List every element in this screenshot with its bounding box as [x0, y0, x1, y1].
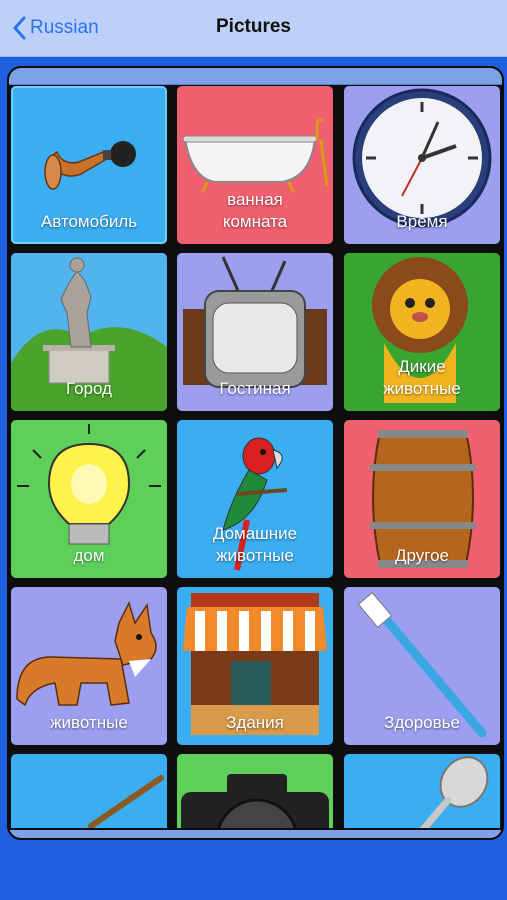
- stick-icon: [88, 775, 164, 828]
- tile-zdorovye[interactable]: Здоровье: [344, 587, 500, 745]
- spoon-icon: [419, 756, 489, 828]
- tile-label-line2: комната: [222, 212, 288, 231]
- tile-row4-3[interactable]: [344, 754, 500, 828]
- tile-gostinaya[interactable]: Гостиная: [177, 253, 333, 411]
- tile-label-line1: Дикие: [398, 357, 446, 376]
- tile-label: Другое: [394, 546, 449, 565]
- tile-vannaya-komnata[interactable]: ванная комната: [177, 86, 333, 244]
- tile-row4-2[interactable]: [177, 754, 333, 828]
- tile-label-line2: животные: [383, 379, 461, 398]
- tile-label: Здоровье: [384, 713, 460, 732]
- tile-gorod[interactable]: Город: [11, 253, 167, 411]
- tile-label: дом: [73, 546, 105, 565]
- tile-label-line2: животные: [216, 546, 294, 565]
- tile-label-line1: ванная: [227, 190, 283, 209]
- tile-dikie-zhivotnye[interactable]: Дикие животные: [344, 253, 500, 411]
- tile-label: Время: [396, 212, 448, 231]
- tile-label: Город: [66, 379, 112, 398]
- tile-zdaniya[interactable]: Здания: [177, 587, 333, 745]
- tile-zhivotnye[interactable]: животные: [11, 587, 167, 745]
- tile-label-line1: Домашние: [212, 524, 298, 543]
- tile-dom[interactable]: дом: [11, 420, 167, 578]
- grid-header-bar: [9, 68, 502, 85]
- category-grid[interactable]: Автомобиль ванная комната Время Город Го…: [9, 86, 502, 828]
- tile-label: Здания: [226, 713, 284, 732]
- tile-label: животные: [50, 713, 128, 732]
- tile-avtomobil[interactable]: Автомобиль: [11, 86, 167, 244]
- tile-label: Гостиная: [219, 379, 291, 398]
- tile-domashnie-zhivotnye[interactable]: Домашние животные: [177, 420, 333, 578]
- category-grid-frame: Автомобиль ванная комната Время Город Го…: [7, 66, 504, 840]
- tile-vremya[interactable]: Время: [344, 86, 500, 244]
- tile-label: Автомобиль: [40, 212, 138, 231]
- tile-row4-1[interactable]: [11, 754, 167, 828]
- camera-icon: [181, 774, 329, 828]
- navigation-bar: Russian Pictures: [0, 0, 507, 57]
- tile-drugoe[interactable]: Другое: [344, 420, 500, 578]
- page-title: Pictures: [216, 16, 291, 37]
- grid-footer-bar: [9, 830, 502, 838]
